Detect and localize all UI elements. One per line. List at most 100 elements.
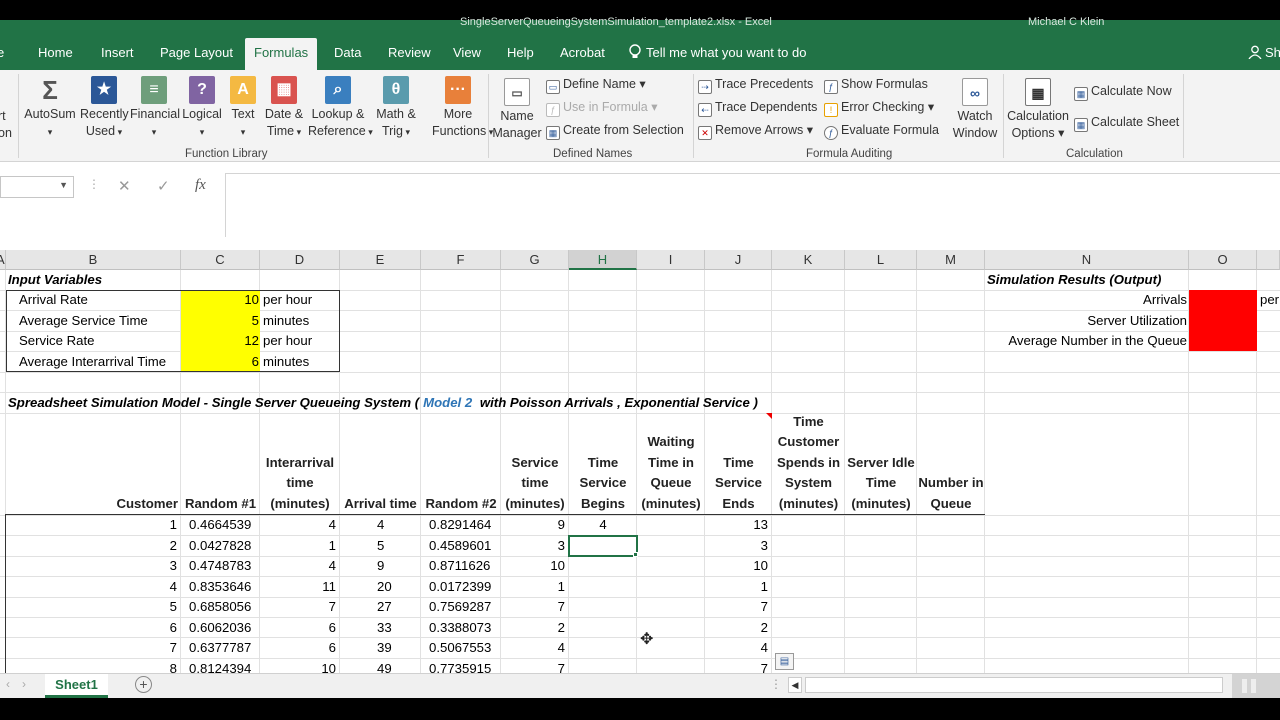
table-cell[interactable]: 0.4748783 — [189, 556, 251, 576]
table-cell[interactable]: 7 — [705, 597, 768, 617]
table-cell[interactable]: 2 — [6, 536, 177, 556]
calculation-options-button[interactable]: ▦ Calculation Options ▾ — [1006, 78, 1070, 142]
tab-insert[interactable]: Insert — [101, 38, 134, 70]
table-cell[interactable]: 0.6377787 — [189, 638, 251, 658]
calculate-now-button[interactable]: ▦ Calculate Now — [1074, 82, 1172, 101]
fn-button-0[interactable]: Σ AutoSum ▾ — [22, 76, 78, 141]
splitter-grip-icon[interactable]: ⋮ — [770, 677, 782, 691]
table-cell[interactable]: 1 — [501, 577, 565, 597]
table-cell[interactable]: 33 — [377, 618, 392, 638]
table-cell[interactable]: 1 — [260, 536, 336, 556]
table-cell[interactable]: 7 — [705, 659, 768, 674]
insert-function-button[interactable]: rt on — [0, 108, 12, 142]
tab-formulas[interactable]: Formulas — [245, 38, 318, 70]
column-header-I[interactable]: I — [637, 250, 705, 270]
table-cell[interactable]: 3 — [501, 536, 565, 556]
table-cell[interactable]: 0.7735915 — [429, 659, 491, 674]
tab-file[interactable]: e — [0, 38, 5, 70]
formula-input[interactable] — [225, 173, 1280, 237]
table-cell[interactable]: 4 — [260, 515, 336, 535]
add-sheet-icon[interactable]: + — [135, 676, 152, 693]
table-cell[interactable]: 4 — [6, 577, 177, 597]
calculate-sheet-button[interactable]: ▦ Calculate Sheet — [1074, 113, 1179, 132]
table-cell[interactable]: 0.8124394 — [189, 659, 251, 674]
fn-button-4[interactable]: A Text ▾ — [226, 76, 260, 141]
input-value[interactable]: 5 — [181, 311, 259, 331]
table-cell[interactable]: 0.3388073 — [429, 618, 491, 638]
tab-data[interactable]: Data — [334, 38, 361, 70]
table-cell[interactable]: 1 — [6, 515, 177, 535]
quick-analysis-icon[interactable]: ▤ — [775, 653, 794, 670]
table-cell[interactable]: 5 — [377, 536, 384, 556]
sheet-tab-sheet1[interactable]: Sheet1 — [45, 674, 108, 698]
tab-scroll-right-icon[interactable]: › — [22, 677, 26, 691]
fn-button-6[interactable]: ⌕ Lookup & Reference ▾ — [308, 76, 373, 141]
table-cell[interactable]: 7 — [6, 638, 177, 658]
trace-dependents-button[interactable]: ⇠ Trace Dependents — [698, 98, 817, 117]
column-header-H[interactable]: H — [569, 250, 637, 270]
trace-precedents-button[interactable]: ⇢ Trace Precedents — [698, 75, 813, 94]
table-cell[interactable]: 6 — [6, 618, 177, 638]
enter-icon[interactable]: ✓ — [157, 177, 170, 195]
table-cell[interactable]: 0.0172399 — [429, 577, 491, 597]
name-manager-button[interactable]: ▭ Name Manager — [492, 78, 542, 142]
define-name-button[interactable]: ▭ Define Name ▾ — [546, 75, 646, 94]
fn-button-5[interactable]: ▦ Date & Time ▾ — [262, 76, 306, 141]
table-cell[interactable]: 3 — [6, 556, 177, 576]
table-cell[interactable]: 0.6062036 — [189, 618, 251, 638]
table-cell[interactable]: 10 — [260, 659, 336, 674]
table-cell[interactable]: 7 — [501, 659, 565, 674]
table-cell[interactable]: 10 — [501, 556, 565, 576]
table-cell[interactable]: 7 — [501, 597, 565, 617]
table-cell[interactable]: 0.4589601 — [429, 536, 491, 556]
fill-handle[interactable] — [633, 552, 638, 557]
table-cell[interactable]: 20 — [377, 577, 392, 597]
scroll-left-icon[interactable]: ◀ — [788, 677, 802, 693]
table-cell[interactable]: 6 — [260, 638, 336, 658]
tab-scroll-left-icon[interactable]: ‹ — [6, 677, 10, 691]
table-cell[interactable]: 6 — [260, 618, 336, 638]
tell-me-box[interactable]: Tell me what you want to do — [628, 38, 806, 70]
use-in-formula-button[interactable]: ƒ Use in Formula ▾ — [546, 98, 658, 117]
worksheet-grid[interactable]: A B C D E F G H I J K L M N O Input Variables Arrival Ra… — [0, 250, 1280, 673]
name-box[interactable]: ▼ — [0, 176, 74, 198]
tab-review[interactable]: Review — [388, 38, 431, 70]
insert-function-icon[interactable]: fx — [195, 177, 206, 194]
error-checking-button[interactable]: ! Error Checking ▾ — [824, 98, 934, 117]
table-cell[interactable]: 0.8353646 — [189, 577, 251, 597]
table-cell[interactable]: 0.6858056 — [189, 597, 251, 617]
tab-acrobat[interactable]: Acrobat — [560, 38, 605, 70]
table-cell[interactable]: 3 — [705, 536, 768, 556]
evaluate-formula-button[interactable]: ƒ Evaluate Formula — [824, 121, 939, 140]
column-header-N[interactable]: N — [985, 250, 1189, 270]
selected-cell[interactable] — [568, 535, 638, 557]
table-cell[interactable]: 9 — [377, 556, 384, 576]
input-value[interactable]: 10 — [181, 290, 259, 310]
column-header-J[interactable]: J — [705, 250, 772, 270]
column-header-L[interactable]: L — [845, 250, 917, 270]
column-header-E[interactable]: E — [340, 250, 421, 270]
table-cell[interactable]: 39 — [377, 638, 392, 658]
table-cell[interactable]: 4 — [501, 638, 565, 658]
table-cell[interactable]: 13 — [705, 515, 768, 535]
tab-view[interactable]: View — [453, 38, 481, 70]
show-formulas-button[interactable]: ƒ Show Formulas — [824, 75, 928, 94]
table-cell[interactable]: 0.8291464 — [429, 515, 491, 535]
table-cell[interactable]: 8 — [6, 659, 177, 674]
column-header-G[interactable]: G — [501, 250, 569, 270]
create-from-selection-button[interactable]: ▦ Create from Selection — [546, 121, 684, 140]
tab-page-layout[interactable]: Page Layout — [160, 38, 233, 70]
tab-help[interactable]: Help — [507, 38, 534, 70]
fn-button-1[interactable]: ★ Recently Used ▾ — [80, 76, 129, 141]
table-cell[interactable]: 10 — [705, 556, 768, 576]
column-header-C[interactable]: C — [181, 250, 260, 270]
table-cell[interactable]: 2 — [501, 618, 565, 638]
table-cell[interactable]: 27 — [377, 597, 392, 617]
column-header-M[interactable]: M — [917, 250, 985, 270]
input-value[interactable]: 6 — [181, 352, 259, 372]
column-header-B[interactable]: B — [6, 250, 181, 270]
table-cell[interactable]: 0.0427828 — [189, 536, 251, 556]
cancel-icon[interactable]: ✕ — [118, 177, 131, 195]
table-cell[interactable]: 4 — [705, 638, 768, 658]
chevron-down-icon[interactable]: ▼ — [59, 180, 68, 190]
